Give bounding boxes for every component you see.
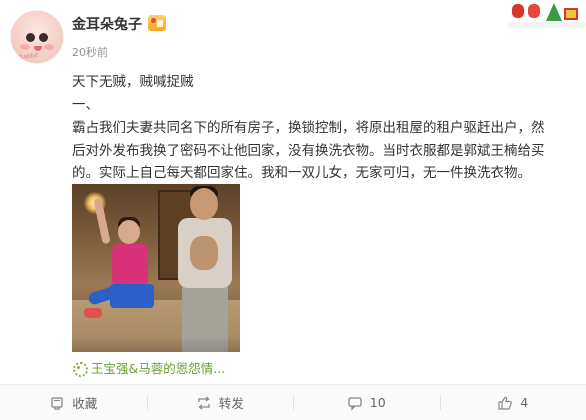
favorite-label: 收藏 — [72, 396, 98, 411]
topic-icon — [72, 361, 88, 377]
avatar-eye — [26, 33, 35, 42]
comment-button[interactable]: 10 — [293, 385, 440, 420]
ornament-icon — [528, 4, 540, 18]
repost-icon — [198, 395, 210, 410]
avatar-eye — [39, 33, 48, 42]
photo-person-right-shirt-print — [190, 236, 218, 270]
post-timestamp[interactable]: 20秒前 — [72, 44, 108, 60]
avatar-mouth — [34, 46, 42, 51]
repost-button[interactable]: 转发 — [146, 385, 294, 420]
favorite-icon — [51, 396, 63, 410]
post-text-line: 天下无贼，贼喊捉贼 — [72, 74, 194, 90]
avatar-signature: Rabbit — [18, 51, 39, 62]
photo-person-right-head — [190, 188, 218, 220]
gift-icon — [564, 8, 578, 20]
like-count: 4 — [520, 395, 529, 410]
photo-person-left-shoe — [84, 308, 102, 318]
author-name[interactable]: 金耳朵兔子 — [72, 14, 142, 34]
festive-decoration-icon — [508, 0, 586, 28]
comment-icon — [348, 396, 362, 411]
repost-label: 转发 — [218, 396, 244, 411]
ornament-icon — [512, 4, 524, 18]
post-text-line: 后对外发布我换了密码不让他回家，没有换洗衣物。当时衣服都是郭斌王楠给买 — [72, 143, 545, 159]
avatar-cheek — [20, 44, 30, 50]
like-button[interactable]: 4 — [439, 385, 586, 420]
post-text-line: 霸占我们夫妻共同名下的所有房子，换锁控制，将原出租屋的租户驱赶出户，然 — [72, 120, 545, 136]
comment-count: 10 — [369, 395, 386, 410]
photo-shadow — [72, 336, 240, 352]
favorite-button[interactable]: 收藏 — [0, 385, 147, 420]
avatar-cheek — [44, 44, 54, 50]
post-photo[interactable] — [72, 184, 240, 352]
photo-person-left-head — [118, 220, 140, 244]
photo-person-left-arm — [93, 197, 111, 245]
post-text-line: 的。实际上自己每天都回家住。我和一双儿女，无家可归，无一件换洗衣物。 — [72, 165, 531, 181]
vip-badge-icon[interactable] — [148, 15, 166, 31]
snow-decoration — [508, 22, 586, 28]
tree-icon — [546, 3, 562, 21]
photo-person-left-shirt — [112, 244, 148, 286]
topic-label[interactable]: 王宝强&马蓉的恩怨情... — [91, 358, 225, 377]
like-icon — [498, 396, 513, 410]
avatar[interactable]: Rabbit — [10, 10, 64, 64]
post-action-bar: 收藏 转发 10 4 — [0, 384, 586, 420]
topic-link[interactable]: 王宝强&马蓉的恩怨情... — [72, 358, 225, 377]
post-text-line: 一、 — [72, 97, 99, 113]
weibo-post-card: Rabbit 金耳朵兔子 20秒前 天下无贼，贼喊捉贼 一、 霸占我们夫妻共同名… — [0, 0, 586, 420]
